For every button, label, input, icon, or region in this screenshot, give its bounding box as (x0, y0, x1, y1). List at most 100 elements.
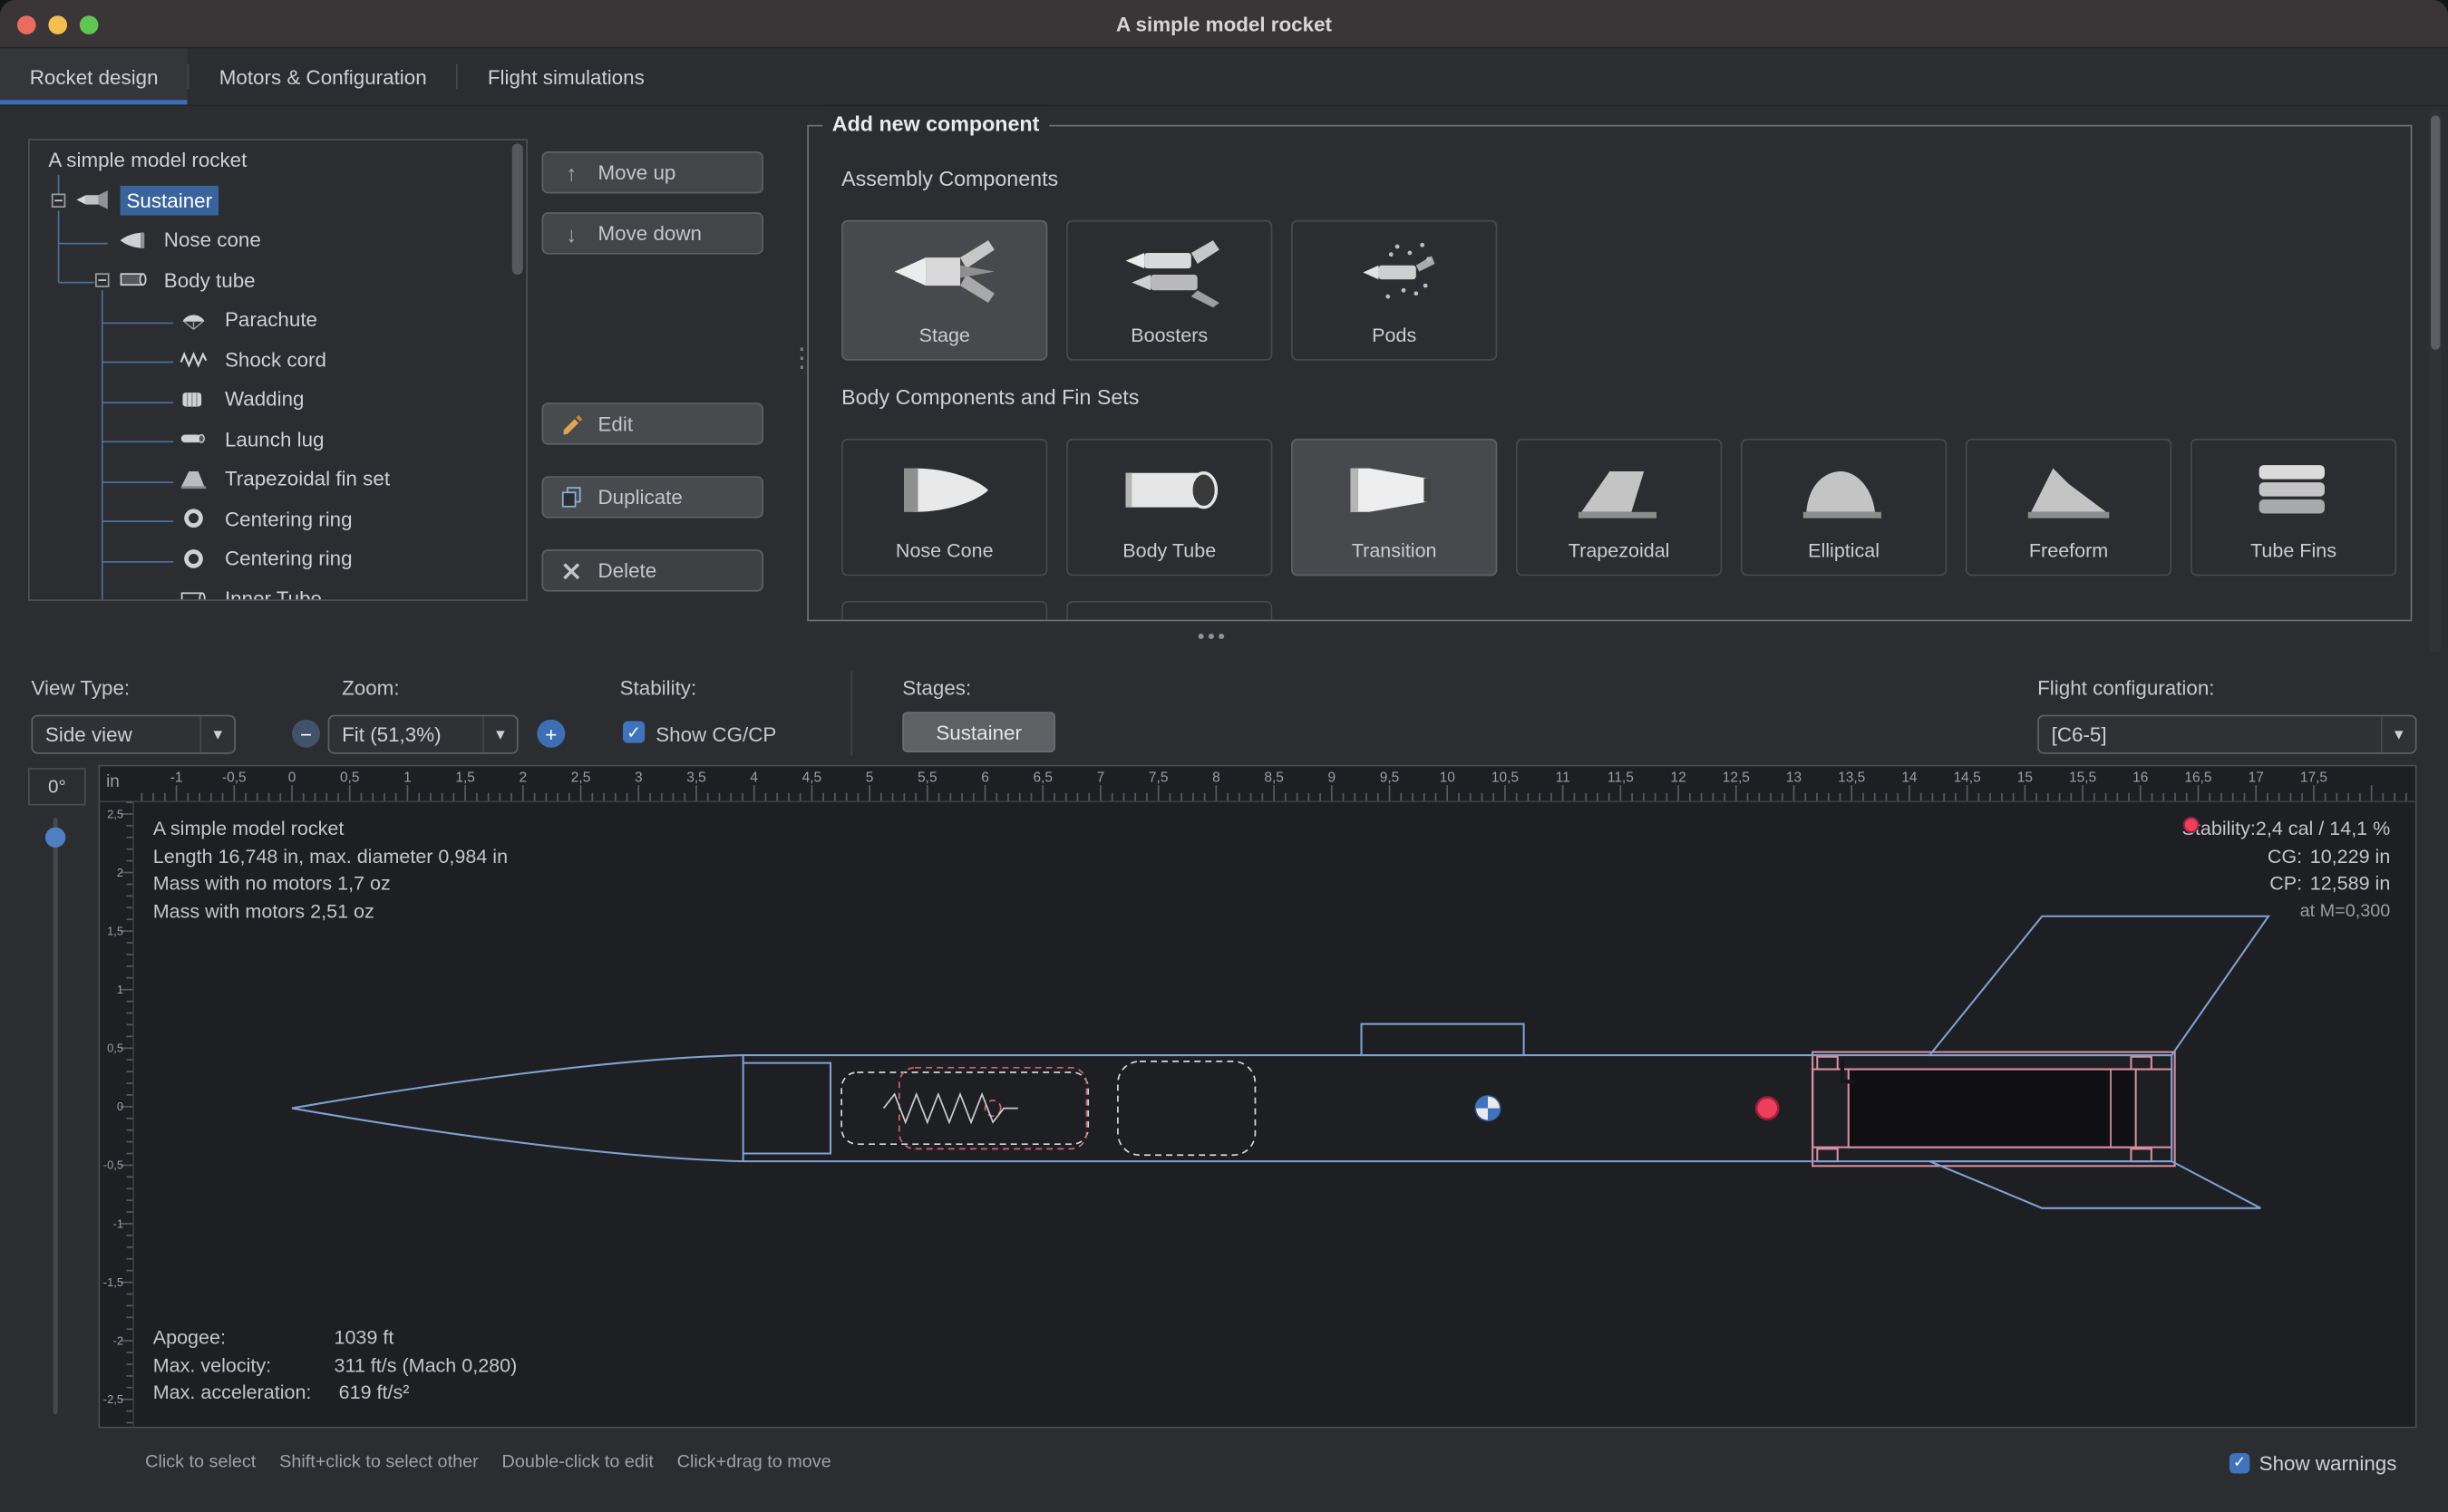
zoom-out-button[interactable]: − (292, 720, 320, 748)
tree-item-shock-cord[interactable]: Shock cord (30, 340, 527, 380)
svg-text:8,5: 8,5 (1264, 771, 1284, 786)
rocket-outline (292, 916, 2268, 1208)
add-pods-button[interactable]: Pods (1291, 220, 1497, 361)
svg-text:4: 4 (750, 771, 758, 786)
tree-item-rocket-root[interactable]: A simple model rocket (30, 141, 527, 180)
svg-text:1: 1 (403, 771, 412, 786)
partial-component-button[interactable] (1066, 601, 1272, 621)
boosters-icon (1110, 234, 1229, 309)
add-elliptical-fin-button[interactable]: Elliptical (1741, 439, 1947, 577)
svg-text:8: 8 (1212, 771, 1220, 786)
rocket-design-canvas[interactable]: -1-0,500,511,522,533,544,555,566,577,588… (98, 765, 2416, 1429)
move-down-button[interactable]: ↓ Move down (542, 212, 764, 254)
partial-component-button[interactable] (841, 601, 1047, 621)
tree-item-sustainer[interactable]: Sustainer (30, 180, 527, 220)
svg-text:15: 15 (2017, 771, 2033, 786)
svg-text:16: 16 (2132, 771, 2148, 786)
rocket-stage-icon (75, 189, 110, 211)
svg-text:14: 14 (1901, 771, 1918, 786)
svg-text:-0,5: -0,5 (103, 1158, 123, 1172)
flight-configuration-label: Flight configuration: (2037, 676, 2214, 700)
flight-results-block: Apogee:1039 ft Max. velocity:311 ft/s (M… (153, 1325, 518, 1407)
tree-item-parachute[interactable]: Parachute (30, 300, 527, 340)
tree-item-centering-ring[interactable]: Centering ring (30, 538, 527, 578)
close-window-button[interactable] (17, 15, 36, 34)
tree-item-nose-cone[interactable]: Nose cone (30, 220, 527, 260)
svg-text:17: 17 (2249, 771, 2264, 786)
arrow-down-icon: ↓ (559, 221, 584, 247)
tree-item-wadding[interactable]: Wadding (30, 379, 527, 419)
duplicate-icon (559, 485, 584, 510)
tree-scrollbar-thumb[interactable] (512, 143, 523, 275)
move-up-button[interactable]: ↑ Move up (542, 151, 764, 193)
add-nose-cone-button[interactable]: Nose Cone (841, 439, 1047, 577)
tree-item-centering-ring[interactable]: Centering ring (30, 499, 527, 538)
show-cgcp-checkbox[interactable]: ✓ (623, 722, 645, 743)
nose-cone-component-icon (882, 452, 1007, 528)
tab-motors-configuration[interactable]: Motors & Configuration (189, 48, 456, 104)
rocket-info-block: A simple model rocket Length 16,748 in, … (153, 817, 508, 926)
rotation-slider-thumb[interactable] (45, 828, 65, 848)
titlebar: A simple model rocket (0, 0, 2448, 48)
rotation-angle-indicator: 0° (28, 768, 86, 805)
svg-text:0,5: 0,5 (107, 1042, 123, 1055)
cp-marker (1756, 1098, 1778, 1119)
panel-collapse-grip-icon[interactable]: ••• (1198, 625, 1229, 648)
shock-cord-icon (180, 348, 208, 370)
zoom-in-button[interactable]: + (537, 720, 565, 748)
svg-text:5: 5 (866, 771, 874, 786)
rotation-slider-track[interactable] (53, 818, 58, 1414)
add-body-tube-button[interactable]: Body Tube (1066, 439, 1272, 577)
tab-flight-simulations[interactable]: Flight simulations (458, 48, 674, 104)
minimize-window-button[interactable] (48, 15, 67, 34)
tree-item-launch-lug[interactable]: Launch lug (30, 419, 527, 459)
svg-text:11,5: 11,5 (1608, 771, 1634, 786)
stage-toggle-sustainer[interactable]: Sustainer (902, 712, 1055, 752)
window-scrollbar-thumb[interactable] (2431, 115, 2440, 349)
zoom-select[interactable]: Fit (51,3%) ▾ (328, 715, 519, 754)
arrow-up-icon: ↑ (559, 160, 584, 185)
plus-icon: + (545, 723, 557, 743)
stability-info-block: Stability:2,4 cal / 14,1 % CG:10,229 in … (2182, 817, 2391, 926)
add-transition-button[interactable]: Transition (1291, 439, 1497, 577)
svg-text:4,5: 4,5 (802, 771, 822, 786)
chevron-down-icon: ▾ (482, 716, 517, 752)
pencil-icon (559, 412, 584, 437)
svg-text:0,5: 0,5 (340, 771, 360, 786)
body-tube-component-icon (1107, 452, 1232, 528)
view-type-select[interactable]: Side view ▾ (31, 715, 236, 754)
svg-text:12: 12 (1670, 771, 1685, 786)
flight-configuration-select[interactable]: [C6-5] ▾ (2037, 715, 2416, 754)
edit-button[interactable]: Edit (542, 402, 764, 444)
svg-text:7,5: 7,5 (1149, 771, 1169, 786)
check-icon: ✓ (627, 722, 641, 741)
collapse-icon[interactable] (95, 273, 109, 286)
elliptical-fin-icon (1791, 452, 1897, 528)
tree-item-trapezoidal-fin-set[interactable]: Trapezoidal fin set (30, 459, 527, 499)
cg-marker (1475, 1096, 1501, 1121)
application-window: A simple model rocket Rocket design Moto… (0, 0, 2448, 1512)
duplicate-button[interactable]: Duplicate (542, 476, 764, 518)
maximize-window-button[interactable] (80, 15, 99, 34)
add-stage-button[interactable]: Stage (841, 220, 1047, 361)
chevron-down-icon: ▾ (2381, 716, 2415, 752)
show-warnings-checkbox[interactable]: ✓ (2229, 1453, 2249, 1473)
tree-item-body-tube[interactable]: Body tube (30, 260, 527, 300)
svg-text:14,5: 14,5 (1954, 771, 1981, 786)
tab-rocket-design[interactable]: Rocket design (0, 48, 188, 104)
svg-text:7: 7 (1097, 771, 1105, 786)
add-freeform-fin-button[interactable]: Freeform (1966, 439, 2171, 577)
minus-icon: − (300, 723, 312, 743)
add-trapezoidal-fin-button[interactable]: Trapezoidal (1516, 439, 1722, 577)
delete-button[interactable]: Delete (542, 549, 764, 591)
chevron-down-icon: ▾ (199, 716, 234, 752)
add-boosters-button[interactable]: Boosters (1066, 220, 1272, 361)
internal-components-dashed (841, 1061, 1255, 1155)
svg-text:1,5: 1,5 (455, 771, 475, 786)
component-tree: A simple model rocket Sustainer Nose con… (28, 139, 528, 601)
centering-ring-icon (180, 508, 208, 529)
svg-text:6: 6 (981, 771, 989, 786)
tree-item-inner-tube[interactable]: Inner Tube (30, 578, 527, 601)
add-tube-fins-button[interactable]: Tube Fins (2191, 439, 2396, 577)
collapse-icon[interactable] (52, 193, 65, 207)
